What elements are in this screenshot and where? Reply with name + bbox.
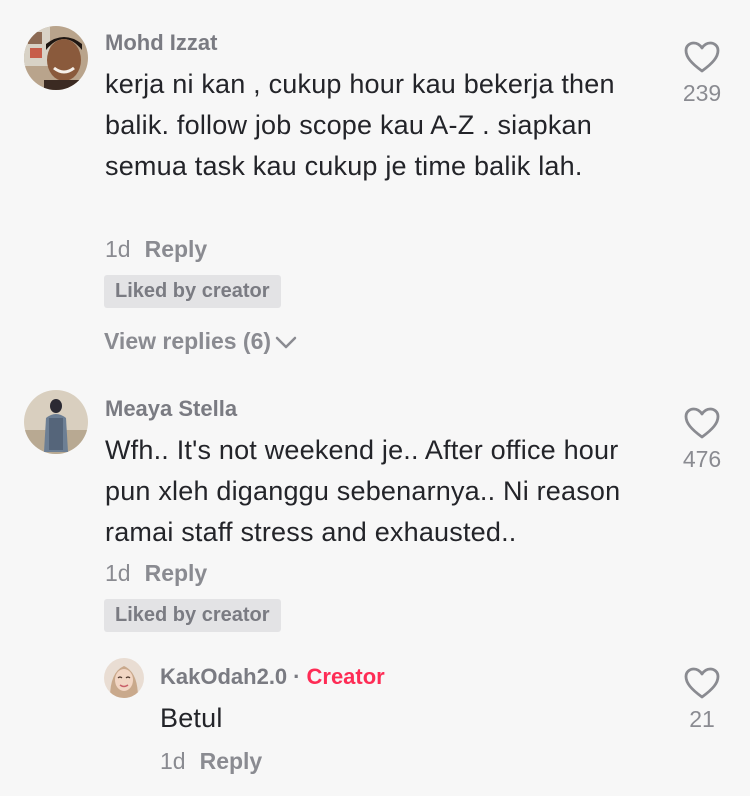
heart-outline-icon <box>684 407 720 439</box>
comment-username[interactable]: Meaya Stella <box>105 396 237 422</box>
avatar-image <box>24 26 88 90</box>
chevron-down-icon <box>275 336 297 349</box>
view-replies-label: View replies (6) <box>104 328 272 354</box>
reply-username-row: KakOdah2.0 · Creator <box>160 664 385 690</box>
comment-text: kerja ni kan , cukup hour kau bekerja th… <box>105 69 615 181</box>
avatar[interactable] <box>24 390 88 454</box>
liked-by-creator-badge: Liked by creator <box>104 275 281 308</box>
comment-meta: 1d Reply <box>105 560 207 587</box>
heart-outline-icon <box>684 41 720 73</box>
reply-button[interactable]: Reply <box>200 748 263 774</box>
reply-username[interactable]: KakOdah2.0 <box>160 664 287 689</box>
reply-button[interactable]: Reply <box>145 236 208 262</box>
avatar[interactable] <box>104 658 144 698</box>
avatar[interactable] <box>24 26 88 90</box>
like-count: 476 <box>682 446 722 472</box>
like-button[interactable]: 21 <box>672 666 732 733</box>
liked-by-creator-badge: Liked by creator <box>104 599 281 632</box>
like-count: 21 <box>689 706 715 732</box>
avatar-image <box>24 390 88 454</box>
reply-button[interactable]: Reply <box>145 560 208 586</box>
comment-item: Mohd Izzat kerja ni kan , cukup hour kau… <box>0 0 750 380</box>
separator-dot: · <box>293 664 301 689</box>
avatar-image <box>104 658 144 698</box>
like-count: 239 <box>682 80 722 106</box>
reply-time: 1d <box>160 748 186 774</box>
comment-time: 1d <box>105 560 131 586</box>
comment-time: 1d <box>105 236 131 262</box>
creator-label: Creator <box>306 664 385 689</box>
comment-text: Wfh.. It's not weekend je.. After office… <box>105 435 621 547</box>
heart-outline-icon <box>684 667 720 699</box>
comment-meta: 1d Reply <box>105 236 207 263</box>
comment-item: Meaya Stella Wfh.. It's not weekend je..… <box>0 380 750 640</box>
reply-meta: 1d Reply <box>160 748 262 775</box>
like-button[interactable]: 239 <box>672 40 732 107</box>
like-button[interactable]: 476 <box>672 406 732 473</box>
reply-text: Betul <box>160 703 223 733</box>
comment-username[interactable]: Mohd Izzat <box>105 30 217 56</box>
view-replies-button[interactable]: View replies (6) <box>104 328 297 355</box>
reply-item: KakOdah2.0 · Creator Betul 1d Reply 21 <box>0 640 750 796</box>
